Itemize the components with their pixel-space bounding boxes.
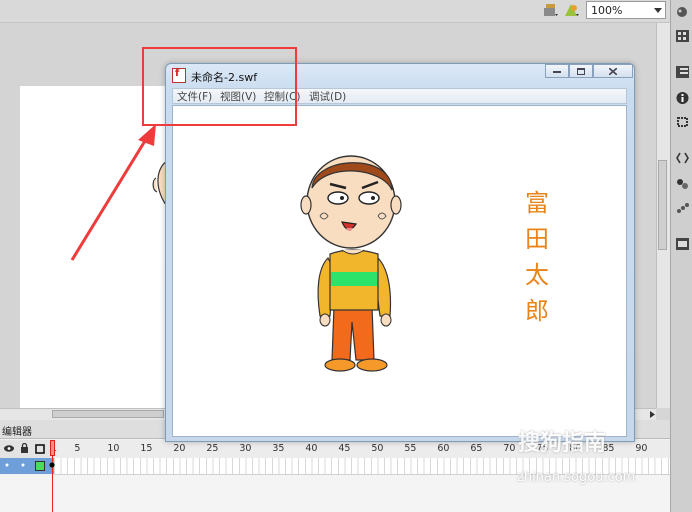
frame-number-label: 60 [437, 443, 450, 454]
transform-icon[interactable] [676, 116, 689, 128]
lock-icon[interactable] [20, 443, 29, 453]
scroll-right-arrow-icon[interactable] [649, 411, 656, 418]
cartoon-boy-illustration [300, 155, 402, 372]
visibility-dot-icon[interactable] [5, 463, 9, 467]
frame-number-label: 35 [272, 443, 285, 454]
frame-number-label: 45 [338, 443, 351, 454]
frame-number-label: 5 [74, 443, 81, 454]
frame-number-label: 65 [470, 443, 483, 454]
components-icon[interactable] [676, 178, 689, 190]
zoom-select[interactable]: 100% [586, 1, 666, 19]
frame-number-label: 25 [206, 443, 219, 454]
frame-number-label: 30 [239, 443, 252, 454]
layer-color-swatch[interactable] [35, 461, 45, 471]
character-name-text: 富 田 太 郎 [520, 185, 554, 329]
lock-dot-icon[interactable] [21, 463, 25, 467]
symbol-edit-icon[interactable] [563, 2, 579, 18]
info-icon[interactable] [676, 92, 689, 104]
keyframe-dot-icon [49, 462, 55, 468]
frame-number-label: 90 [635, 443, 648, 454]
name-char: 田 [525, 225, 549, 253]
motion-presets-icon[interactable] [676, 202, 689, 214]
layer-controls [0, 440, 55, 458]
minimize-icon [553, 71, 561, 73]
watermark-url: zhinan.sogou.com [517, 470, 636, 485]
name-char: 富 [525, 189, 549, 217]
minimize-button[interactable] [545, 64, 569, 78]
frame-number-label: 20 [173, 443, 186, 454]
outline-icon[interactable] [35, 444, 45, 454]
code-snippets-icon[interactable] [676, 152, 689, 164]
zoom-value: 100% [591, 4, 623, 17]
frame-number-label: 40 [305, 443, 318, 454]
frame-number-label: 55 [404, 443, 417, 454]
layer-row-selected[interactable] [0, 458, 54, 474]
menu-debug[interactable]: 调试(D) [309, 89, 346, 104]
movie-explorer-icon[interactable] [676, 238, 689, 250]
frame-number-label: 10 [107, 443, 120, 454]
panel-label: 编辑器 [2, 427, 32, 438]
annotation-highlight-box [142, 47, 297, 126]
watermark-brand: 搜狗指南 [518, 431, 607, 456]
chevron-down-icon [654, 8, 662, 13]
name-char: 太 [525, 261, 549, 289]
right-tool-panel [670, 0, 692, 512]
eye-icon[interactable] [4, 444, 14, 453]
maximize-button[interactable] [569, 64, 593, 78]
color-swatches-icon[interactable] [676, 6, 689, 18]
align-grid-icon[interactable] [676, 30, 689, 42]
annotation-arrow-icon [70, 124, 156, 261]
library-panel-icon[interactable] [676, 66, 689, 78]
frame-number-label: 50 [371, 443, 384, 454]
close-icon [609, 68, 617, 75]
horizontal-scroll-thumb[interactable] [52, 410, 164, 418]
close-button[interactable] [593, 64, 633, 78]
playhead[interactable] [50, 440, 55, 456]
name-char: 郎 [525, 297, 549, 325]
frame-number-label: 70 [503, 443, 516, 454]
maximize-icon [577, 68, 585, 75]
stage-edit-icon[interactable] [542, 2, 558, 18]
frame-number-label: 15 [140, 443, 153, 454]
vertical-scroll-thumb[interactable] [658, 160, 667, 250]
